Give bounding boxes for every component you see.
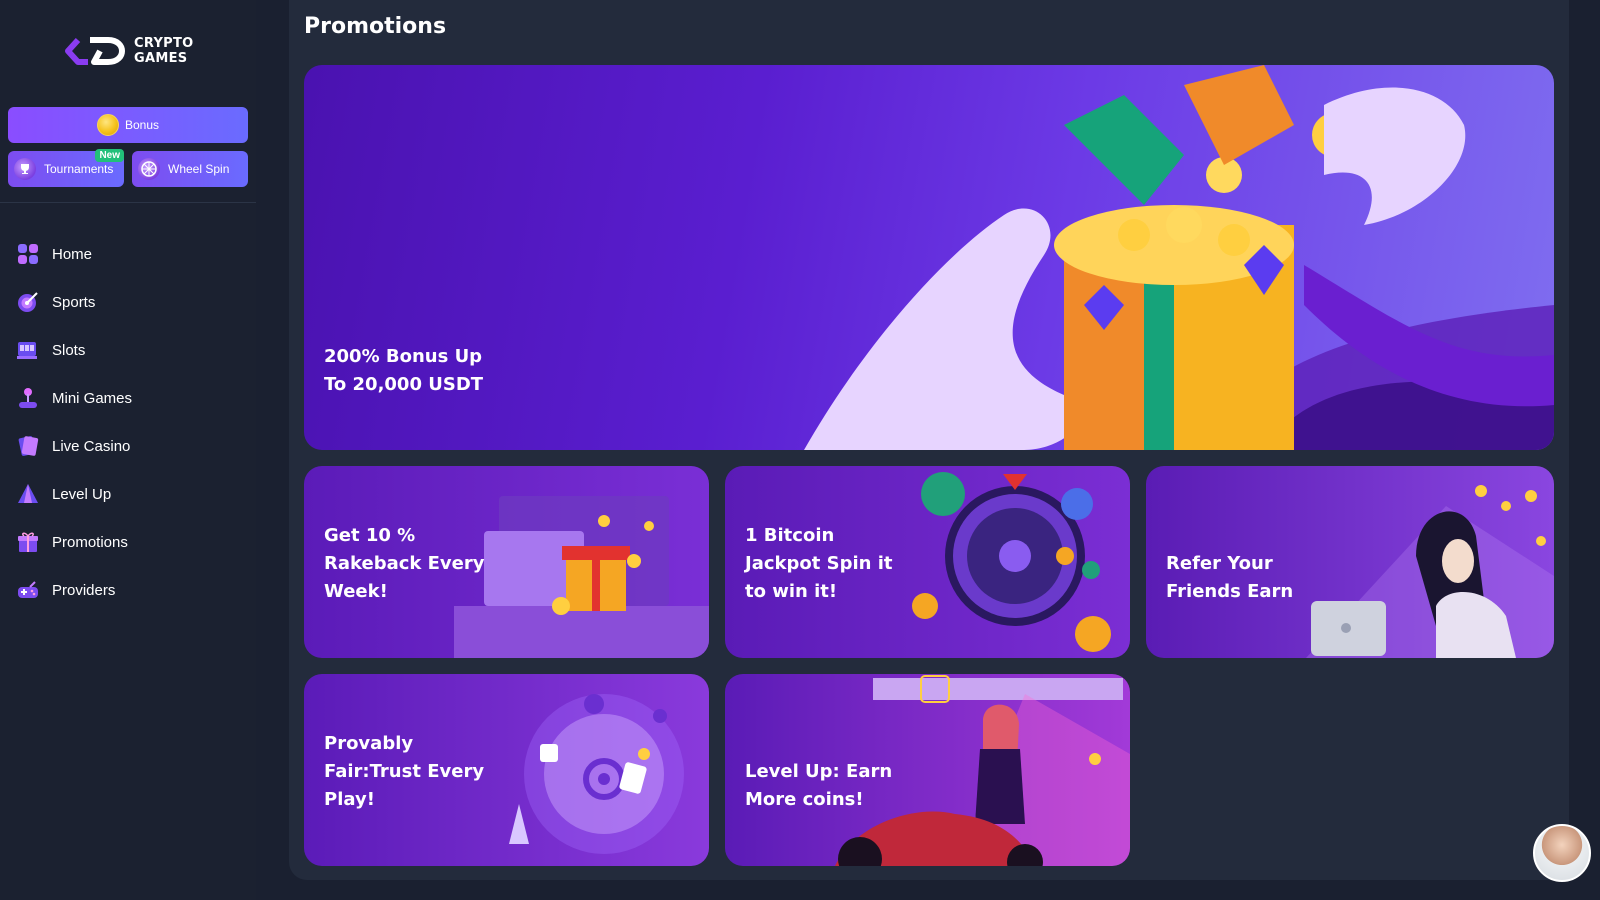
promo-card-referral[interactable]: Refer Your Friends Earn — [1146, 466, 1554, 658]
bonus-button-label: Bonus — [124, 118, 160, 132]
logo-text-line2: GAMES — [134, 51, 188, 66]
crypto-games-logo-icon — [65, 37, 125, 65]
logo[interactable]: CRYPTO GAMES — [64, 32, 194, 70]
sidebar-item-home[interactable]: Home — [0, 230, 256, 278]
main-content: Promotions 200% Bonus Up To 20,000 USDT — [289, 0, 1569, 880]
sidebar-item-label: Live Casino — [52, 437, 131, 455]
sidebar-item-providers[interactable]: Providers — [0, 566, 256, 614]
pyramid-icon — [16, 482, 40, 506]
bonus-button[interactable]: Bonus — [8, 107, 248, 143]
sidebar-item-label: Sports — [52, 293, 96, 311]
game-controller-icon — [16, 578, 40, 602]
sidebar-item-slots[interactable]: Slots — [0, 326, 256, 374]
sidebar-item-sports[interactable]: Sports — [0, 278, 256, 326]
joystick-icon — [16, 386, 40, 410]
sidebar-item-label: Providers — [52, 581, 116, 599]
promo-card-level-up-text: Level Up: Earn More coins! — [745, 761, 893, 810]
sidebar-item-level-up[interactable]: Level Up — [0, 470, 256, 518]
promo-hero-card[interactable]: 200% Bonus Up To 20,000 USDT — [304, 65, 1554, 450]
sidebar-item-live-casino[interactable]: Live Casino — [0, 422, 256, 470]
promo-card-referral-text: Refer Your Friends Earn — [1166, 553, 1294, 602]
sidebar-item-label: Home — [52, 245, 93, 263]
promo-card-rakeback[interactable]: Get 10 % Rakeback Every Week! — [304, 466, 709, 658]
cards-icon — [16, 434, 40, 458]
promo-card-provably-fair[interactable]: Provably Fair:Trust Every Play! — [304, 674, 709, 866]
sidebar-item-label: Promotions — [52, 533, 128, 551]
promo-card-provably-fair-text: Provably Fair:Trust Every Play! — [324, 733, 485, 810]
promo-card-jackpot[interactable]: 1 Bitcoin Jackpot Spin it to win it! — [725, 466, 1130, 658]
sidebar-divider — [0, 202, 256, 203]
tournaments-button[interactable]: Tournaments New — [8, 149, 124, 187]
sidebar-item-label: Slots — [52, 341, 86, 359]
support-chat-avatar[interactable] — [1533, 824, 1591, 882]
gift-box-illustration — [804, 65, 1554, 450]
wheel-spin-button-label: Wheel Spin — [168, 162, 230, 176]
coin-icon — [96, 114, 119, 136]
sidebar: CRYPTO GAMES Bonus Tournaments New Wheel… — [0, 0, 256, 900]
logo-text-line1: CRYPTO — [134, 36, 194, 51]
promo-hero-text: 200% Bonus Up To 20,000 USDT — [324, 346, 484, 395]
slot-machine-icon — [16, 338, 40, 362]
sidebar-item-promotions[interactable]: Promotions — [0, 518, 256, 566]
tournaments-button-label: Tournaments — [44, 162, 114, 176]
sidebar-item-label: Mini Games — [52, 389, 133, 407]
promo-card-rakeback-text: Get 10 % Rakeback Every Week! — [324, 525, 485, 602]
wheel-spin-button[interactable]: Wheel Spin — [132, 151, 248, 187]
sidebar-item-mini-games[interactable]: Mini Games — [0, 374, 256, 422]
gift-icon — [16, 530, 40, 554]
promo-card-level-up[interactable]: Level Up: Earn More coins! — [725, 674, 1130, 866]
promo-card-jackpot-text: 1 Bitcoin Jackpot Spin it to win it! — [745, 525, 893, 602]
logo-text: CRYPTO GAMES — [134, 36, 194, 66]
target-icon — [16, 290, 40, 314]
trophy-icon — [14, 158, 36, 180]
sidebar-nav: Home Sports Slots Mini Games Live Casino — [0, 230, 256, 614]
page-title: Promotions — [304, 14, 447, 39]
new-badge: New — [95, 149, 124, 162]
home-icon — [16, 242, 40, 266]
wheel-icon — [138, 158, 160, 180]
sidebar-item-label: Level Up — [52, 485, 112, 503]
